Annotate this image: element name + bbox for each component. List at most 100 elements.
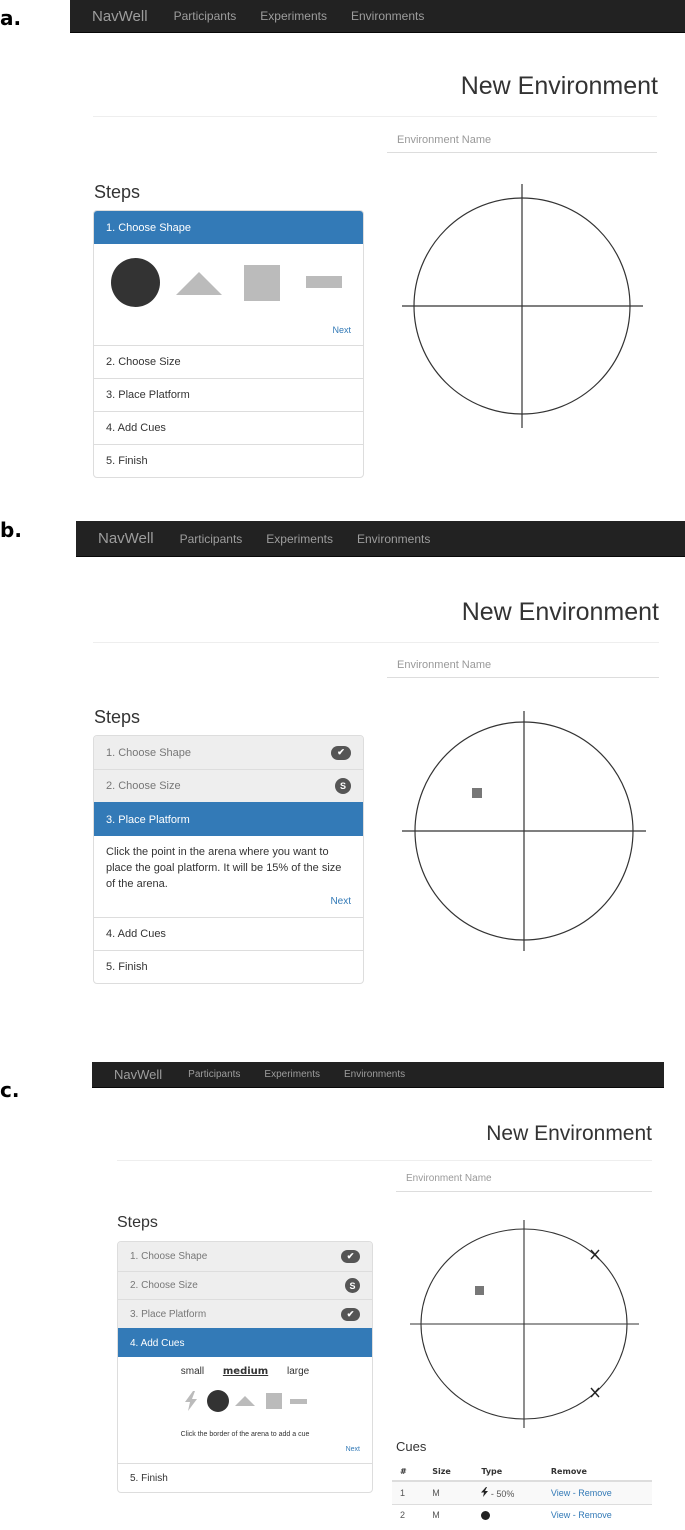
remove-cue-link[interactable]: Remove: [578, 1510, 612, 1520]
arena-canvas[interactable]: [405, 1218, 641, 1430]
nav-experiments[interactable]: Experiments: [260, 9, 327, 23]
nav-participants[interactable]: Participants: [188, 1069, 240, 1080]
steps-panel: 1. Choose Shape ✔ 2. Choose Size S 3. Plac…: [93, 735, 364, 984]
next-link[interactable]: Next: [330, 894, 351, 910]
step-add-cues[interactable]: 4. Add Cues: [94, 917, 363, 950]
panel-label-b: b.: [0, 518, 22, 542]
steps-panel: 1. Choose Shape Next 2. Choose Size 3. P…: [93, 210, 364, 478]
step-finish[interactable]: 5. Finish: [94, 444, 363, 477]
square-shape-option[interactable]: [244, 265, 280, 301]
arena-canvas[interactable]: [400, 182, 645, 430]
nav-environments[interactable]: Environments: [351, 9, 424, 23]
nav-environments[interactable]: Environments: [344, 1069, 405, 1080]
navbar: NavWell Participants Experiments Environ…: [92, 1062, 664, 1088]
next-link[interactable]: Next: [332, 325, 351, 335]
page-title: New Environment: [460, 72, 658, 100]
navbar-brand[interactable]: NavWell: [114, 1067, 162, 1082]
check-badge-icon: ✔: [341, 1250, 360, 1263]
lightning-cue-option[interactable]: [184, 1391, 198, 1411]
step-label: 2. Choose Size: [106, 356, 181, 368]
view-cue-link[interactable]: View: [551, 1510, 570, 1520]
step-choose-size[interactable]: 2. Choose Size S: [118, 1271, 372, 1299]
step-finish[interactable]: 5. Finish: [94, 950, 363, 983]
cue-size: M: [424, 1504, 474, 1526]
step-choose-shape[interactable]: 1. Choose Shape: [94, 211, 363, 244]
step-label: 2. Choose Size: [130, 1280, 198, 1291]
page-title: New Environment: [461, 598, 659, 626]
step-place-platform[interactable]: 3. Place Platform ✔: [118, 1299, 372, 1328]
rectangle-shape-option[interactable]: [306, 276, 342, 288]
step-label: 5. Finish: [106, 961, 148, 973]
step-label: 3. Place Platform: [130, 1308, 207, 1320]
step-finish[interactable]: 5. Finish: [118, 1463, 372, 1492]
step-label: 1. Choose Shape: [106, 221, 192, 234]
size-large-option[interactable]: large: [287, 1366, 309, 1377]
col-number: #: [392, 1463, 425, 1482]
lightning-icon: [481, 1487, 489, 1497]
triangle-cue-option[interactable]: [235, 1396, 255, 1406]
cue-chooser: small medium large Click the border of t…: [118, 1357, 372, 1463]
check-badge-icon: ✔: [331, 745, 351, 760]
nav-participants[interactable]: Participants: [174, 9, 237, 23]
col-size: Size: [424, 1463, 474, 1482]
size-badge-icon: S: [335, 778, 351, 794]
step-choose-size[interactable]: 2. Choose Size: [94, 345, 363, 378]
size-small-option[interactable]: small: [181, 1366, 204, 1377]
divider: [93, 116, 657, 117]
shape-chooser: Next: [94, 244, 363, 345]
environment-name-input[interactable]: [387, 133, 657, 153]
platform-instructions: Click the point in the arena where you w…: [94, 836, 363, 917]
view-cue-link[interactable]: View: [551, 1488, 570, 1498]
goal-platform: [472, 788, 482, 798]
step-add-cues[interactable]: 4. Add Cues: [94, 411, 363, 444]
nav-participants[interactable]: Participants: [180, 532, 243, 546]
remove-cue-link[interactable]: Remove: [578, 1488, 612, 1498]
divider: [117, 1160, 652, 1161]
circle-cue-option[interactable]: [207, 1390, 229, 1412]
step-choose-shape[interactable]: 1. Choose Shape ✔: [94, 736, 363, 769]
square-cue-option[interactable]: [266, 1393, 282, 1409]
lightning-icon: [185, 1391, 197, 1411]
triangle-shape-option[interactable]: [176, 272, 222, 295]
panel-label-c: c.: [0, 1078, 20, 1102]
navbar-brand[interactable]: NavWell: [92, 8, 148, 25]
cue-type: - 50%: [473, 1480, 543, 1505]
navbar-brand[interactable]: NavWell: [98, 530, 154, 547]
cue-number: 2: [392, 1504, 425, 1526]
steps-title: Steps: [94, 707, 141, 727]
steps-title: Steps: [94, 182, 141, 202]
next-link[interactable]: Next: [346, 1446, 360, 1453]
step-label: 1. Choose Shape: [130, 1251, 208, 1262]
nav-environments[interactable]: Environments: [357, 532, 430, 546]
cue-type: [473, 1504, 543, 1526]
step-label: 4. Add Cues: [106, 928, 166, 940]
step-place-platform[interactable]: 3. Place Platform: [94, 802, 363, 836]
step-place-platform[interactable]: 3. Place Platform: [94, 378, 363, 411]
step-label: 4. Add Cues: [106, 422, 166, 434]
check-badge-icon: ✔: [341, 1307, 360, 1321]
table-row: 2 M View - Remove: [392, 1504, 652, 1526]
size-medium-option[interactable]: medium: [223, 1366, 268, 1377]
step-label: 5. Finish: [130, 1472, 168, 1484]
rectangle-cue-option[interactable]: [290, 1399, 307, 1404]
circle-shape-option[interactable]: [111, 258, 160, 307]
step-label: 2. Choose Size: [106, 780, 181, 792]
arena-canvas[interactable]: [400, 709, 648, 953]
nav-experiments[interactable]: Experiments: [266, 532, 333, 546]
step-choose-shape[interactable]: 1. Choose Shape ✔: [118, 1242, 372, 1271]
cue-marker-2[interactable]: [590, 1387, 600, 1398]
step-label: 5. Finish: [106, 455, 148, 467]
cue-marker-1[interactable]: [590, 1249, 600, 1260]
size-badge-icon: S: [345, 1278, 360, 1293]
step-label: 4. Add Cues: [130, 1337, 185, 1349]
circle-icon: [481, 1511, 491, 1521]
step-label: 3. Place Platform: [106, 813, 190, 826]
page-title: New Environment: [486, 1122, 652, 1145]
step-choose-size[interactable]: 2. Choose Size S: [94, 769, 363, 802]
environment-name-input[interactable]: [396, 1172, 652, 1192]
cues-table: # Size Type Remove 1 M - 50% View - Remo…: [392, 1463, 652, 1526]
step-add-cues[interactable]: 4. Add Cues: [118, 1328, 372, 1357]
nav-experiments[interactable]: Experiments: [264, 1069, 320, 1080]
environment-name-input[interactable]: [387, 658, 659, 678]
navbar: NavWell Participants Experiments Environ…: [76, 521, 685, 557]
